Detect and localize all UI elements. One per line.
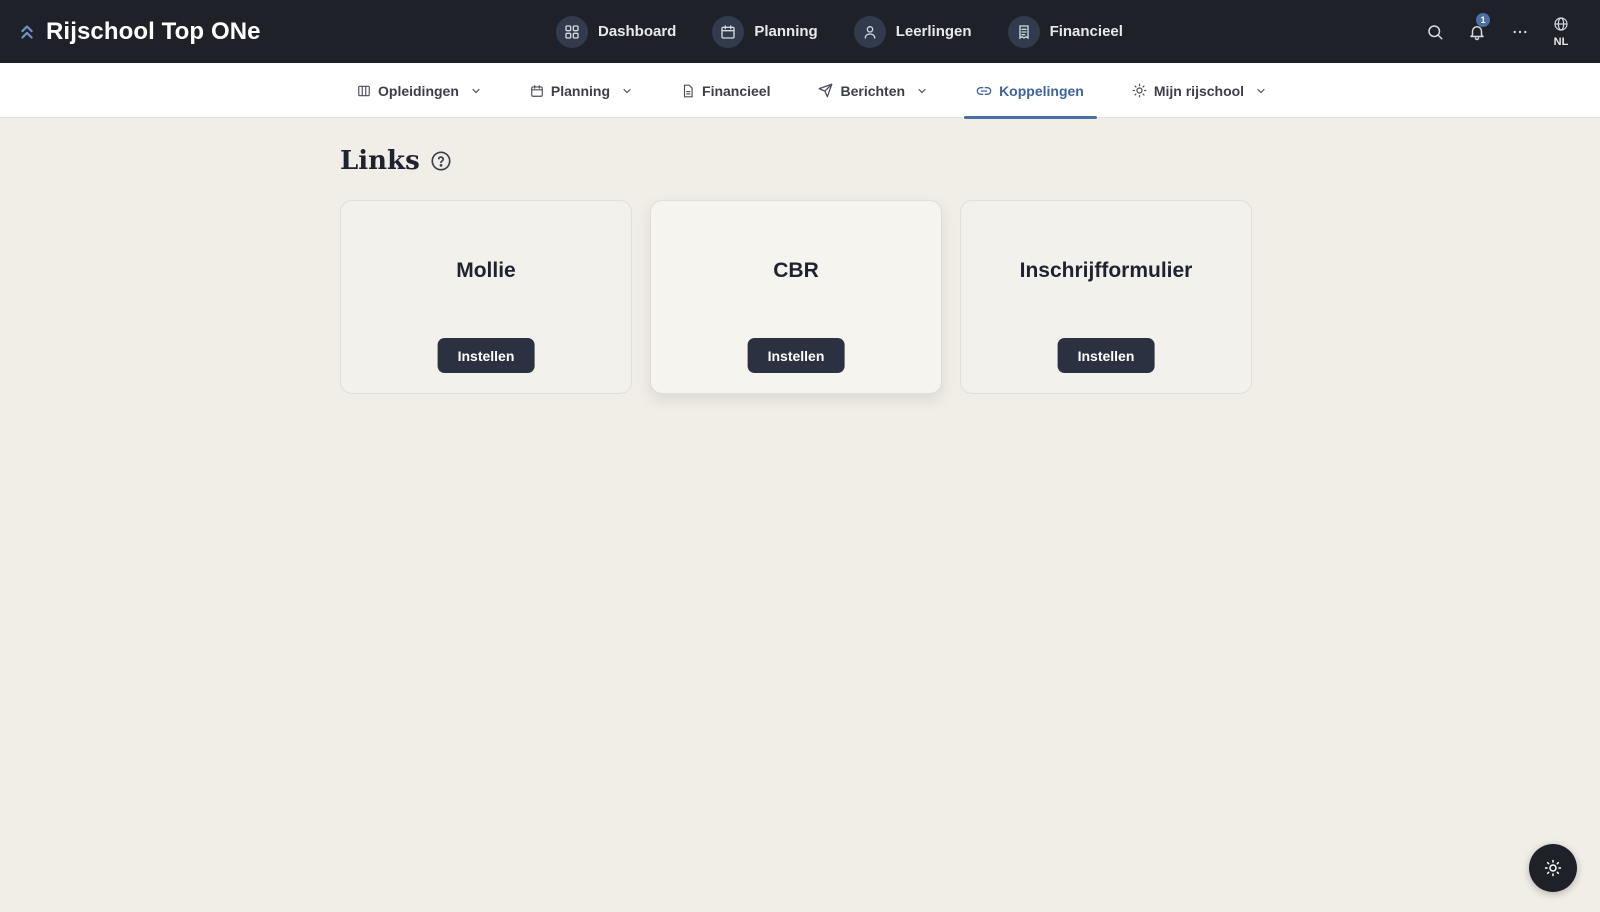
main-nav-planning[interactable]: Planning [712,15,818,48]
search-button[interactable] [1420,0,1450,63]
sun-icon [1132,83,1147,98]
main-nav-dashboard[interactable]: Dashboard [556,15,677,48]
notifications-button[interactable]: 1 [1462,0,1492,63]
language-label: NL [1553,35,1569,48]
tab-planning[interactable]: Planning [530,63,633,118]
chevron-down-icon [470,85,482,97]
grid-icon [556,15,588,48]
link-icon [976,83,992,99]
integration-card-inschrijfformulier: Inschrijfformulier Instellen [960,200,1252,394]
calendar-icon [530,84,544,98]
language-switcher[interactable]: NL [1546,0,1576,63]
instellen-button[interactable]: Instellen [747,338,845,373]
tab-berichten[interactable]: Berichten [818,63,928,118]
integration-card-cbr: CBR Instellen [650,200,942,394]
page-header: Links [340,146,452,176]
main-nav-label: Dashboard [598,23,677,40]
search-icon [1426,23,1444,41]
chevron-down-icon [916,85,928,97]
columns-icon [357,84,371,98]
page-title: Links [340,146,420,176]
more-button[interactable] [1505,0,1535,63]
chevron-down-icon [1255,85,1267,97]
tab-label: Planning [550,82,611,99]
tab-koppelingen[interactable]: Koppelingen [964,63,1097,119]
globe-icon [1553,16,1569,32]
card-title: Mollie [456,259,516,282]
tab-label: Mijn rijschool [1153,82,1245,99]
app-title: Rijschool Top ONe [46,17,261,45]
theme-toggle-button[interactable] [1529,844,1577,892]
chevron-down-icon [621,85,633,97]
integration-cards: Mollie Instellen CBR Instellen Inschrijf… [340,200,1252,394]
instellen-button[interactable]: Instellen [437,338,535,373]
user-icon [853,15,886,48]
send-icon [818,83,833,98]
integration-card-mollie: Mollie Instellen [340,200,632,394]
main-nav: Dashboard Planning Leerlingen Financieel [556,0,1123,63]
sub-nav: Opleidingen Planning Financieel Berichte… [0,63,1600,119]
top-bar: Rijschool Top ONe Dashboard Planning Lee… [0,0,1600,63]
document-icon [681,84,695,98]
tab-opleidingen[interactable]: Opleidingen [357,63,482,118]
instellen-button[interactable]: Instellen [1057,338,1155,373]
tab-label: Koppelingen [999,82,1084,99]
sun-icon [1544,859,1562,877]
receipt-icon [1007,15,1040,48]
main-nav-financieel[interactable]: Financieel [1007,15,1123,48]
card-title: Inschrijfformulier [1019,259,1193,282]
brand[interactable]: Rijschool Top ONe [16,0,261,63]
chevrons-up-icon [16,21,38,43]
tab-mijn-rijschool[interactable]: Mijn rijschool [1132,63,1267,118]
tab-label: Opleidingen [378,82,459,99]
help-circle-icon[interactable] [430,150,452,172]
tab-label: Berichten [840,82,906,99]
more-horizontal-icon [1511,23,1529,41]
main-nav-label: Planning [754,23,818,40]
main-nav-label: Financieel [1049,23,1123,40]
main-nav-label: Leerlingen [895,23,972,40]
card-title: CBR [773,259,819,282]
notification-badge: 1 [1476,13,1490,27]
main-nav-leerlingen[interactable]: Leerlingen [853,15,972,48]
tab-financieel[interactable]: Financieel [681,63,770,118]
tab-label: Financieel [702,82,771,99]
calendar-icon [712,15,745,48]
